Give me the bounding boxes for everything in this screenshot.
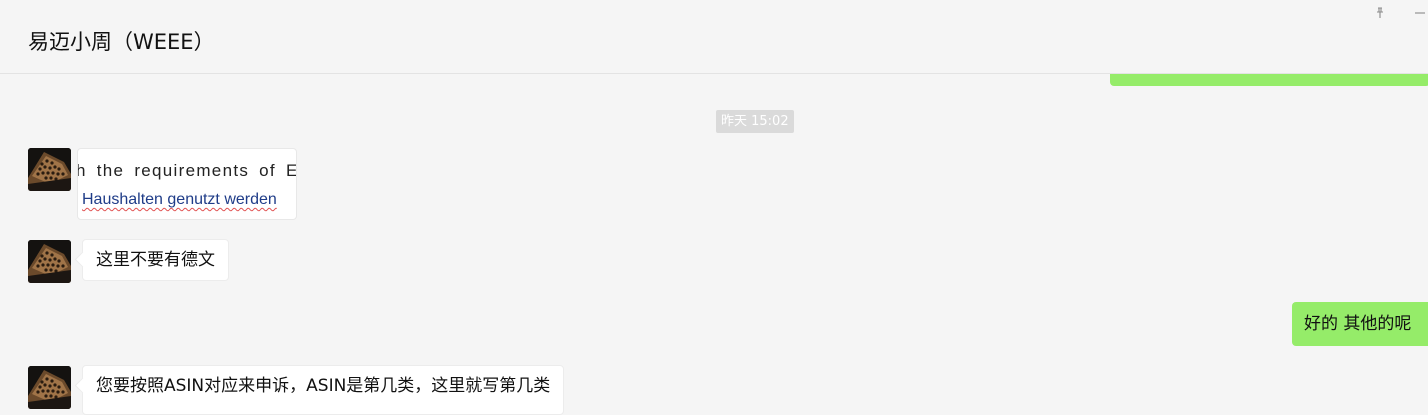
message-timestamp: 昨天 15:02	[716, 110, 794, 133]
contact-avatar[interactable]	[28, 148, 71, 191]
image-message[interactable]: h the requirements of EA Haushalten genu…	[77, 148, 297, 220]
contact-avatar[interactable]	[28, 366, 71, 409]
incoming-message-bubble[interactable]: 这里不要有德文	[82, 239, 229, 281]
message-text: 好的 其他的呢	[1304, 314, 1412, 334]
previous-outgoing-bubble[interactable]	[1110, 74, 1428, 86]
image-text-line-2: Haushalten genutzt werden	[82, 191, 277, 208]
message-text: 这里不要有德文	[96, 250, 215, 270]
chat-header: 易迈小周（WEEE）	[0, 0, 1428, 74]
image-text-line-1: h the requirements of EA	[77, 161, 297, 180]
contact-avatar[interactable]	[28, 240, 71, 283]
chat-title: 易迈小周（WEEE）	[28, 30, 215, 54]
minimize-icon[interactable]	[1410, 4, 1428, 22]
pin-icon[interactable]	[1370, 4, 1390, 22]
outgoing-message-bubble[interactable]: 好的 其他的呢	[1292, 302, 1428, 346]
message-text: 您要按照ASIN对应来申诉，ASIN是第几类，这里就写第几类	[96, 376, 551, 396]
